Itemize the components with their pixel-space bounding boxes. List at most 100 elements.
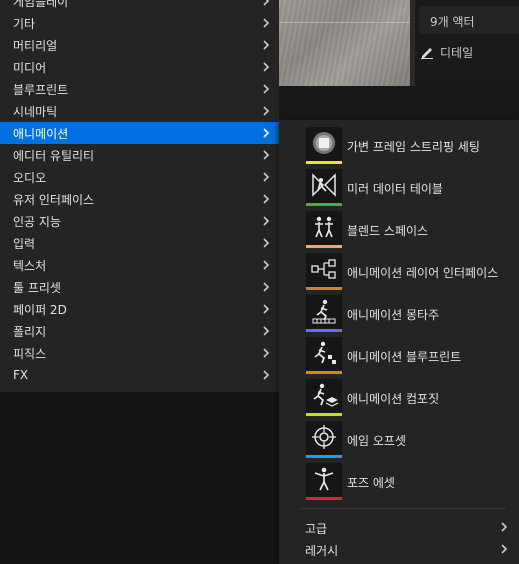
chevron-right-icon — [263, 348, 270, 358]
asset-thumbnail — [306, 421, 342, 458]
asset-thumbnail — [306, 295, 342, 332]
category-item[interactable]: 피직스 — [0, 342, 279, 364]
submenu-item[interactable]: 블렌드 스페이스 — [279, 210, 519, 250]
submenu-item-label: 포즈 에셋 — [347, 476, 395, 490]
submenu-footer-item[interactable]: 고급 — [279, 517, 519, 537]
submenu-item-label: 에임 오프셋 — [347, 434, 407, 448]
submenu-item[interactable]: 애니메이션 레이어 인터페이스 — [279, 252, 519, 292]
submenu-item[interactable]: 에임 오프셋 — [279, 420, 519, 460]
chevron-right-icon — [263, 282, 270, 292]
asset-color-bar — [306, 329, 342, 332]
chevron-right-icon — [263, 0, 270, 6]
category-item[interactable]: 미디어 — [0, 56, 279, 78]
chevron-right-icon — [263, 370, 270, 380]
category-item-label: 유저 인터페이스 — [13, 192, 95, 207]
chevron-right-icon — [263, 216, 270, 226]
mirror-data-table-icon — [312, 173, 336, 197]
category-item[interactable]: 기타 — [0, 12, 279, 34]
category-item[interactable]: 유저 인터페이스 — [0, 188, 279, 210]
level-viewport[interactable] — [279, 0, 415, 86]
submenu-item-label: 블렌드 스페이스 — [347, 224, 429, 238]
asset-color-bar — [306, 497, 342, 500]
submenu-separator — [301, 508, 506, 509]
actor-count-label: 9개 액터 — [419, 6, 519, 34]
asset-thumbnail — [306, 127, 342, 164]
submenu-item-label: 애니메이션 몽타주 — [347, 308, 440, 322]
submenu-item-label: 가변 프레임 스트리핑 세팅 — [347, 140, 480, 154]
submenu-item[interactable]: 가변 프레임 스트리핑 세팅 — [279, 126, 519, 166]
chevron-right-icon — [263, 238, 270, 248]
asset-thumbnail — [306, 463, 342, 500]
submenu-item-label: 애니메이션 블루프린트 — [347, 350, 462, 364]
anim-layer-interface-icon — [311, 259, 336, 279]
asset-thumbnail — [306, 253, 342, 290]
category-item[interactable]: 입력 — [0, 232, 279, 254]
details-tab-label: 디테일 — [440, 45, 474, 60]
chevron-right-icon — [263, 150, 270, 160]
category-item[interactable]: 머티리얼 — [0, 34, 279, 56]
chevron-right-icon — [263, 326, 270, 336]
category-item[interactable]: 텍스처 — [0, 254, 279, 276]
chevron-right-icon — [263, 40, 270, 50]
viewport-edge-line — [279, 22, 415, 23]
category-item-label: 피직스 — [13, 346, 47, 361]
chevron-right-icon — [501, 544, 508, 554]
category-item-label: 게임플레이 — [13, 0, 69, 9]
asset-color-bar — [306, 287, 342, 290]
submenu-item[interactable]: 애니메이션 블루프린트 — [279, 336, 519, 376]
category-item-label: 페이퍼 2D — [13, 302, 67, 317]
chevron-right-icon — [263, 260, 270, 270]
anim-blueprint-icon — [314, 341, 336, 364]
category-item[interactable]: 시네마틱 — [0, 100, 279, 122]
category-item[interactable]: 에디터 유틸리티 — [0, 144, 279, 166]
category-item[interactable]: 폴리지 — [0, 320, 279, 342]
submenu-item-label: 미러 데이터 테이블 — [347, 182, 443, 196]
category-item[interactable]: 블루프린트 — [0, 78, 279, 100]
category-item[interactable]: FX — [0, 364, 279, 386]
asset-color-bar — [306, 413, 342, 416]
aim-offset-icon — [312, 425, 336, 449]
asset-color-bar — [306, 203, 342, 206]
category-item[interactable]: 인공 지능 — [0, 210, 279, 232]
chevron-right-icon — [263, 18, 270, 28]
submenu-item-label: 애니메이션 레이어 인터페이스 — [347, 266, 499, 280]
anim-montage-icon — [312, 299, 336, 324]
category-item-label: 애니메이션 — [13, 126, 69, 141]
category-item-label: 블루프린트 — [13, 82, 69, 97]
category-item-label: 기타 — [13, 16, 36, 31]
submenu-item[interactable]: 애니메이션 컴포짓 — [279, 378, 519, 418]
asset-color-bar — [306, 455, 342, 458]
category-item-label: 툴 프리셋 — [13, 280, 61, 295]
asset-color-bar — [306, 371, 342, 374]
category-item[interactable]: 애니메이션 — [0, 122, 279, 144]
category-item-label: 입력 — [13, 236, 36, 251]
pencil-icon — [421, 48, 433, 59]
chevron-right-icon — [263, 194, 270, 204]
submenu-footer-label: 레거시 — [305, 544, 339, 558]
submenu-item[interactable]: 애니메이션 몽타주 — [279, 294, 519, 334]
chevron-right-icon — [263, 304, 270, 314]
toolbar-strip — [279, 86, 519, 120]
chevron-right-icon — [263, 128, 270, 138]
asset-thumbnail — [306, 337, 342, 374]
submenu-footer-item[interactable]: 레거시 — [279, 539, 519, 559]
category-item-label: 에디터 유틸리티 — [13, 148, 95, 163]
animation-submenu: 가변 프레임 스트리핑 세팅미러 데이터 테이블블렌드 스페이스애니메이션 레이… — [279, 120, 519, 564]
category-item[interactable]: 오디오 — [0, 166, 279, 188]
category-item-label: 머티리얼 — [13, 38, 58, 53]
asset-thumbnail — [306, 169, 342, 206]
category-item[interactable]: 게임플레이 — [0, 0, 279, 12]
category-item[interactable]: 페이퍼 2D — [0, 298, 279, 320]
chevron-right-icon — [263, 62, 270, 72]
submenu-item[interactable]: 미러 데이터 테이블 — [279, 168, 519, 208]
submenu-item[interactable]: 포즈 에셋 — [279, 462, 519, 502]
asset-thumbnail — [306, 211, 342, 248]
category-item-label: 텍스처 — [13, 258, 47, 273]
category-item-label: 오디오 — [13, 170, 47, 185]
category-item-label: 미디어 — [13, 60, 47, 75]
category-item-label: 시네마틱 — [13, 104, 58, 119]
category-item[interactable]: 툴 프리셋 — [0, 276, 279, 298]
chevron-right-icon — [263, 106, 270, 116]
details-tab[interactable]: 디테일 — [412, 40, 519, 64]
chevron-right-icon — [263, 172, 270, 182]
